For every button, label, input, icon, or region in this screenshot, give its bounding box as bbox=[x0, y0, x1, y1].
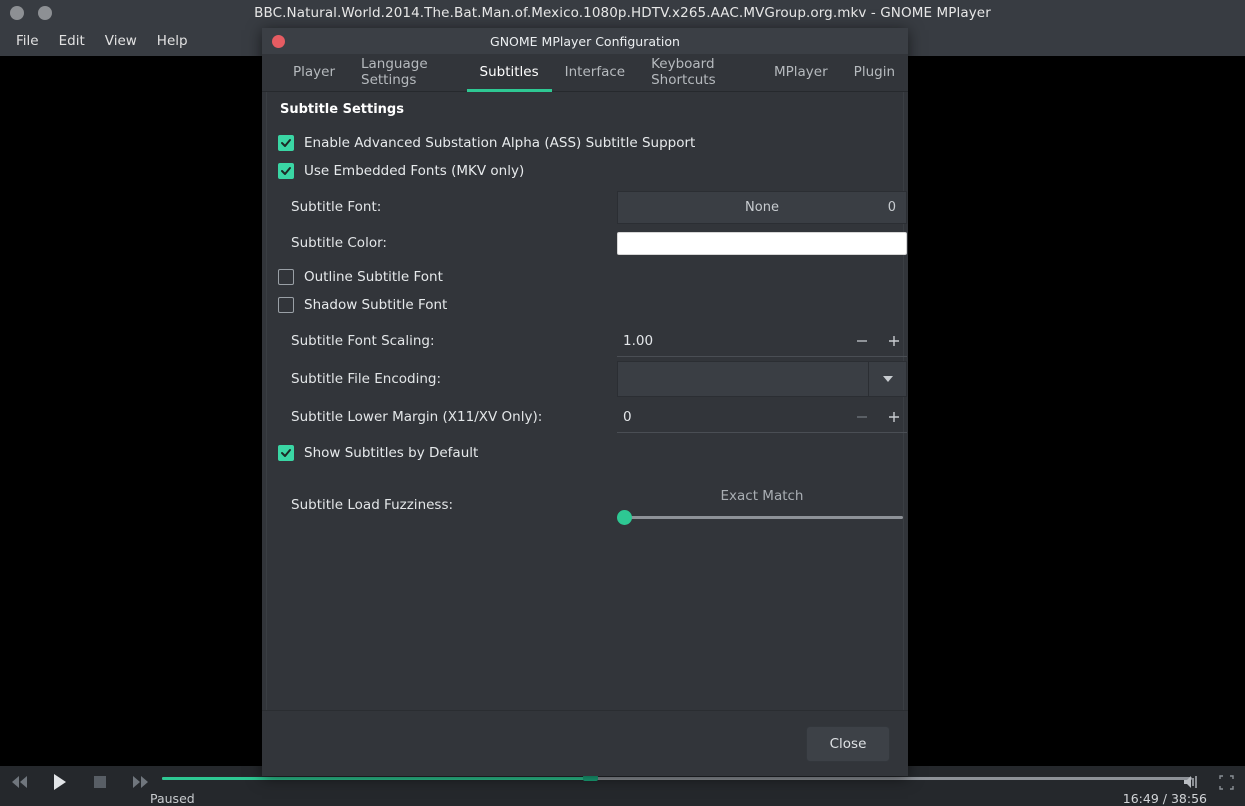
menu-help[interactable]: Help bbox=[147, 29, 198, 53]
checkbox-unchecked-icon bbox=[278, 297, 294, 313]
subtitle-color-swatch[interactable] bbox=[617, 231, 907, 255]
font-scaling-decrement-button[interactable] bbox=[855, 334, 869, 348]
dialog-title: GNOME MPlayer Configuration bbox=[490, 33, 680, 49]
menu-edit[interactable]: Edit bbox=[49, 29, 95, 53]
timecode-label: 16:49 / 38:56 bbox=[1122, 791, 1207, 806]
checkbox-embedded-fonts-label: Use Embedded Fonts (MKV only) bbox=[304, 163, 525, 179]
dialog-titlebar: GNOME MPlayer Configuration bbox=[262, 28, 908, 54]
checkbox-show-subtitles-by-default[interactable]: Show Subtitles by Default bbox=[276, 439, 894, 467]
fuzziness-slider-track[interactable] bbox=[617, 510, 903, 525]
play-icon[interactable] bbox=[48, 770, 72, 794]
window-minimize-button[interactable] bbox=[10, 5, 24, 20]
configuration-dialog: GNOME MPlayer Configuration Player Langu… bbox=[262, 28, 908, 776]
checkbox-show-subtitles-by-default-label: Show Subtitles by Default bbox=[304, 445, 479, 461]
stop-icon[interactable] bbox=[88, 770, 112, 794]
subtitle-font-scaling-control: 1.00 bbox=[617, 325, 907, 357]
row-subtitle-color: Subtitle Color: bbox=[276, 225, 907, 261]
menu-view[interactable]: View bbox=[95, 29, 147, 53]
row-subtitle-file-encoding: Subtitle File Encoding: bbox=[276, 359, 907, 399]
fullscreen-icon[interactable] bbox=[1216, 772, 1236, 792]
checkbox-checked-icon bbox=[278, 135, 294, 151]
font-scaling-spinner[interactable]: 1.00 bbox=[617, 325, 907, 357]
checkbox-checked-icon bbox=[278, 445, 294, 461]
window-title: BBC.Natural.World.2014.The.Bat.Man.of.Me… bbox=[254, 4, 991, 21]
checkbox-outline-subtitle-font-label: Outline Subtitle Font bbox=[304, 269, 443, 285]
subtitle-font-scaling-label: Subtitle Font Scaling: bbox=[291, 333, 435, 349]
checkbox-ass-support[interactable]: Enable Advanced Substation Alpha (ASS) S… bbox=[276, 129, 894, 157]
dialog-tabbar: Player Language Settings Subtitles Inter… bbox=[262, 54, 908, 92]
checkbox-shadow-subtitle-font[interactable]: Shadow Subtitle Font bbox=[276, 291, 894, 319]
screen: BBC.Natural.World.2014.The.Bat.Man.of.Me… bbox=[0, 0, 1245, 806]
row-subtitle-font-scaling: Subtitle Font Scaling: 1.00 bbox=[276, 323, 907, 359]
tab-mplayer[interactable]: MPlayer bbox=[761, 55, 841, 92]
subtitle-file-encoding-label: Subtitle File Encoding: bbox=[291, 371, 442, 387]
fuzziness-slider-control: Exact Match bbox=[617, 488, 907, 525]
subtitle-font-name: None bbox=[745, 199, 779, 215]
tab-subtitles[interactable]: Subtitles bbox=[466, 55, 552, 92]
row-subtitle-lower-margin: Subtitle Lower Margin (X11/XV Only): 0 bbox=[276, 399, 907, 435]
checkbox-checked-icon bbox=[278, 163, 294, 179]
rewind-icon[interactable] bbox=[8, 770, 32, 794]
tab-plugin[interactable]: Plugin bbox=[841, 55, 908, 92]
checkbox-embedded-fonts[interactable]: Use Embedded Fonts (MKV only) bbox=[276, 157, 894, 185]
tab-player[interactable]: Player bbox=[280, 55, 348, 92]
subtitle-lower-margin-label: Subtitle Lower Margin (X11/XV Only): bbox=[291, 409, 543, 425]
fuzziness-caption: Exact Match bbox=[720, 488, 804, 504]
window-titlebar: BBC.Natural.World.2014.The.Bat.Man.of.Me… bbox=[0, 0, 1245, 25]
tab-language-settings[interactable]: Language Settings bbox=[348, 55, 467, 92]
dialog-close-icon[interactable] bbox=[272, 35, 285, 48]
subtitle-font-label: Subtitle Font: bbox=[291, 199, 382, 215]
transport-controls bbox=[8, 766, 152, 798]
playback-status: Paused bbox=[150, 791, 195, 806]
subtitle-font-size: 0 bbox=[887, 199, 896, 215]
subtitle-color-control bbox=[617, 231, 907, 255]
window-controls bbox=[10, 0, 52, 25]
subtitle-font-control: None 0 bbox=[617, 190, 907, 224]
subtitle-load-fuzziness-label: Subtitle Load Fuzziness: bbox=[291, 497, 454, 513]
tab-interface[interactable]: Interface bbox=[552, 55, 638, 92]
window-maximize-button[interactable] bbox=[38, 5, 52, 20]
fuzziness-slider-handle[interactable] bbox=[617, 510, 632, 525]
font-scaling-increment-button[interactable] bbox=[887, 334, 901, 348]
seek-bar-progress bbox=[162, 777, 590, 780]
font-scaling-spinner-buttons bbox=[855, 334, 907, 348]
lower-margin-increment-button[interactable] bbox=[887, 410, 901, 424]
subtitle-font-button[interactable]: None 0 bbox=[617, 190, 907, 224]
checkbox-shadow-subtitle-font-label: Shadow Subtitle Font bbox=[304, 297, 448, 313]
dialog-footer: Close bbox=[262, 710, 908, 776]
checkbox-unchecked-icon bbox=[278, 269, 294, 285]
subtitle-color-label: Subtitle Color: bbox=[291, 235, 387, 251]
checkbox-outline-subtitle-font[interactable]: Outline Subtitle Font bbox=[276, 263, 894, 291]
font-scaling-value: 1.00 bbox=[623, 332, 654, 349]
checkbox-ass-support-label: Enable Advanced Substation Alpha (ASS) S… bbox=[304, 135, 696, 151]
lower-margin-spinner[interactable]: 0 bbox=[617, 401, 907, 433]
volume-icon[interactable] bbox=[1182, 772, 1204, 792]
lower-margin-value: 0 bbox=[623, 408, 632, 425]
lower-margin-decrement-button[interactable] bbox=[855, 410, 869, 424]
tab-keyboard-shortcuts[interactable]: Keyboard Shortcuts bbox=[638, 55, 761, 92]
row-subtitle-font: Subtitle Font: None 0 bbox=[276, 189, 907, 225]
lower-margin-spinner-buttons bbox=[855, 410, 907, 424]
close-button[interactable]: Close bbox=[806, 725, 890, 762]
subtitles-panel: Subtitle Settings Enable Advanced Substa… bbox=[262, 92, 908, 740]
chevron-down-icon[interactable] bbox=[868, 362, 906, 396]
subtitle-file-encoding-combobox[interactable] bbox=[617, 361, 907, 397]
subtitle-file-encoding-control bbox=[617, 361, 907, 397]
menu-file[interactable]: File bbox=[6, 29, 49, 53]
section-title: Subtitle Settings bbox=[280, 102, 404, 117]
fast-forward-icon[interactable] bbox=[128, 770, 152, 794]
row-subtitle-load-fuzziness: Subtitle Load Fuzziness: Exact Match bbox=[276, 467, 903, 525]
subtitle-lower-margin-control: 0 bbox=[617, 401, 907, 433]
